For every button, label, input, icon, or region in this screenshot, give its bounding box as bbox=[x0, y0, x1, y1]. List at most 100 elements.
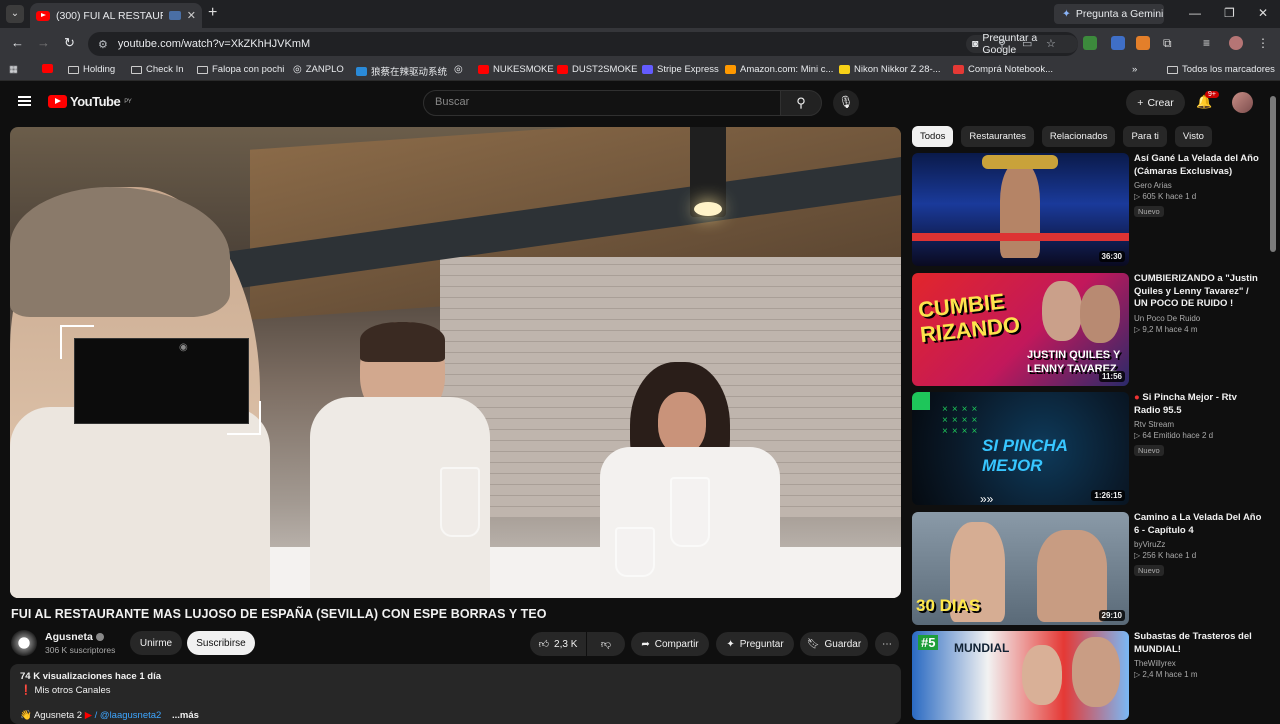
minimize-button[interactable]: — bbox=[1189, 6, 1201, 20]
scene-glass bbox=[615, 527, 655, 577]
recommendation-item[interactable]: CUMBIE RIZANDO JUSTIN QUILES Y LENNY TAV… bbox=[912, 273, 1272, 386]
video-player[interactable]: ◉ bbox=[10, 127, 901, 598]
bookmark-check-in[interactable]: Check In bbox=[131, 64, 184, 75]
forward-icon[interactable]: → bbox=[37, 35, 50, 50]
description-box[interactable]: 74 K visualizaciones hace 1 día ❗ Mis ot… bbox=[10, 664, 901, 724]
country-code: PY bbox=[124, 98, 132, 105]
profile-avatar[interactable] bbox=[1229, 36, 1243, 50]
extension-icon[interactable] bbox=[1111, 36, 1125, 50]
channel-name-text: Agusneta bbox=[45, 631, 93, 643]
omnibox[interactable]: ⚙ youtube.com/watch?v=XkZKhHJVKmM ◙ Preg… bbox=[88, 32, 1078, 56]
channel-name[interactable]: Agusneta bbox=[45, 631, 104, 643]
ask-button[interactable]: ✦ Preguntar bbox=[716, 632, 794, 656]
page-scrollbar[interactable] bbox=[1270, 96, 1276, 252]
extension-icon[interactable] bbox=[1136, 36, 1150, 50]
bookmark-star-icon[interactable]: ☆ bbox=[1046, 37, 1056, 50]
dislike-button[interactable]: 👎︎ bbox=[587, 632, 625, 656]
maximize-button[interactable]: ❐ bbox=[1224, 6, 1235, 20]
join-button[interactable]: Unirme bbox=[130, 631, 182, 655]
zoom-icon[interactable]: ⚲ bbox=[998, 37, 1006, 50]
chip-watched[interactable]: Visto bbox=[1174, 126, 1212, 147]
chip-all[interactable]: Todos bbox=[912, 126, 954, 147]
share-label: Compartir bbox=[654, 638, 699, 650]
recommendation-title: Camino a La Velada Del Año 6 - Capítulo … bbox=[1134, 512, 1262, 536]
recommendation-title: CUMBIERIZANDO a "Justin Quiles y Lenny T… bbox=[1134, 273, 1258, 309]
like-button[interactable]: 👍︎ 2,3 K bbox=[530, 632, 586, 656]
reload-icon[interactable]: ↻ bbox=[64, 35, 75, 51]
search-button[interactable]: ⚲ bbox=[780, 90, 822, 116]
recommendation-item[interactable]: ×××× ×××× ×××× SI PINCHA MEJOR »» 1:26:15 … bbox=[912, 392, 1272, 505]
all-bookmarks-label: Todos los marcadores bbox=[1182, 64, 1275, 75]
chip-for-you[interactable]: Para ti bbox=[1123, 126, 1167, 147]
browser-menu-icon[interactable]: ⋮ bbox=[1257, 36, 1271, 50]
bookmark-notebook[interactable]: Comprá Notebook... bbox=[953, 64, 1053, 75]
bookmark-nukesmoke[interactable]: NUKESMOKE bbox=[478, 64, 554, 75]
cast-icon[interactable]: ▭ bbox=[1022, 37, 1032, 50]
video-thumbnail[interactable]: 30 DIAS 29:10 bbox=[912, 512, 1129, 625]
channel-handle-link[interactable]: / @laagusneta2 bbox=[95, 710, 162, 721]
chip-related[interactable]: Relacionados bbox=[1041, 126, 1116, 147]
channel-avatar[interactable] bbox=[11, 630, 37, 656]
bookmark-falopa[interactable]: Falopa con pochi bbox=[197, 64, 284, 75]
address-bar-row: ← → ↻ ⚙ youtube.com/watch?v=XkZKhHJVKmM … bbox=[0, 28, 1280, 59]
bookmark-youtube[interactable] bbox=[42, 64, 53, 73]
video-thumbnail[interactable]: CUMBIE RIZANDO JUSTIN QUILES Y LENNY TAV… bbox=[912, 273, 1129, 386]
subscribe-button[interactable]: Suscribirse bbox=[187, 631, 255, 655]
youtube-header: YouTube PY Buscar ⚲ 🎙 + Crear 🔔 9+ bbox=[0, 82, 1280, 122]
thumbnail-text: 30 DIAS bbox=[916, 596, 981, 615]
emoji-icon: 👋 bbox=[20, 710, 32, 721]
video-thumbnail[interactable]: ×××× ×××× ×××× SI PINCHA MEJOR »» 1:26:15 bbox=[912, 392, 1129, 505]
url-text: youtube.com/watch?v=XkZKhHJVKmM bbox=[117, 38, 311, 50]
all-bookmarks[interactable]: Todos los marcadores bbox=[1167, 64, 1275, 75]
bookmark-nikon[interactable]: Nikon Nikkor Z 28-... bbox=[839, 64, 941, 75]
recommendation-info: CUMBIERIZANDO a "Justin Quiles y Lenny T… bbox=[1134, 273, 1264, 334]
bookmark-zanplo[interactable]: ◎ ZANPLO bbox=[293, 64, 344, 75]
bookmark-label: Holding bbox=[83, 64, 116, 75]
recommendation-channel: byViruZz bbox=[1134, 540, 1166, 549]
bookmark-stripe[interactable]: Stripe Express bbox=[642, 64, 719, 75]
thumbnail-face bbox=[1072, 637, 1120, 707]
more-bookmarks-icon[interactable]: » bbox=[1132, 64, 1137, 75]
extension-icon[interactable] bbox=[1083, 36, 1097, 50]
bookmark-dust2smoke[interactable]: DUST2SMOKE bbox=[557, 64, 637, 75]
recommendation-meta-text: 64 Emitido hace 2 d bbox=[1142, 431, 1214, 440]
extensions-puzzle-icon[interactable]: ⧉ bbox=[1163, 36, 1177, 50]
bookmark-holding[interactable]: Holding bbox=[68, 64, 115, 75]
media-control-icon[interactable]: ≡ bbox=[1203, 36, 1217, 50]
gemini-label: Pregunta a Gemini bbox=[1075, 8, 1164, 20]
desc-text: Agusneta 2 bbox=[33, 710, 83, 721]
recommendation-item[interactable]: 36:30 Así Gané La Velada del Año (Cámara… bbox=[912, 153, 1272, 266]
site-info-icon[interactable]: ⚙ bbox=[98, 38, 108, 51]
more-actions-button[interactable]: ⋯ bbox=[875, 632, 899, 656]
share-icon: ➦ bbox=[641, 638, 650, 650]
bookmark-label: Comprá Notebook... bbox=[968, 64, 1054, 75]
show-more-link[interactable]: ...más bbox=[172, 710, 199, 721]
back-icon[interactable]: ← bbox=[11, 35, 24, 50]
recommendation-title: Subastas de Trasteros del MUNDIAL! bbox=[1134, 631, 1252, 655]
hamburger-menu-icon[interactable] bbox=[18, 96, 31, 106]
close-tab-icon[interactable]: ✕ bbox=[187, 9, 196, 22]
recommendation-meta: ▷ 2,4 M hace 1 m bbox=[1134, 670, 1264, 679]
create-button[interactable]: + Crear bbox=[1126, 90, 1185, 115]
apps-grid-icon[interactable]: ▦ bbox=[9, 64, 18, 75]
video-thumbnail[interactable]: 36:30 bbox=[912, 153, 1129, 266]
recommendation-item[interactable]: #5 MUNDIAL Subastas de Trasteros del MUN… bbox=[912, 631, 1272, 720]
bookmark-globe[interactable]: ◎ bbox=[454, 64, 463, 75]
bookmark-chinese[interactable]: 狼蔡在辣驱动系统 bbox=[356, 64, 447, 78]
browser-tab[interactable]: (300) FUI AL RESTAURANTE ✕ bbox=[30, 3, 202, 28]
video-thumbnail[interactable]: #5 MUNDIAL bbox=[912, 631, 1129, 720]
voice-search-button[interactable]: 🎙 bbox=[833, 90, 859, 116]
recommendation-item[interactable]: 30 DIAS 29:10 Camino a La Velada Del Año… bbox=[912, 512, 1272, 625]
close-window-button[interactable]: ✕ bbox=[1258, 6, 1268, 20]
chip-restaurants[interactable]: Restaurantes bbox=[961, 126, 1034, 147]
tab-search-button[interactable]: ⌄ bbox=[6, 5, 24, 23]
search-input[interactable]: Buscar bbox=[423, 90, 781, 116]
bookmark-icon: 🔖︎ bbox=[806, 638, 820, 650]
bookmark-amazon[interactable]: Amazon.com: Mini c... bbox=[725, 64, 833, 75]
new-tab-button[interactable]: + bbox=[208, 4, 217, 22]
save-button[interactable]: 🔖︎ Guardar bbox=[800, 632, 868, 656]
share-button[interactable]: ➦ Compartir bbox=[631, 632, 709, 656]
user-avatar[interactable] bbox=[1232, 92, 1253, 113]
gemini-button[interactable]: ✦ Pregunta a Gemini bbox=[1054, 4, 1164, 24]
youtube-logo[interactable]: YouTube PY bbox=[48, 94, 132, 109]
